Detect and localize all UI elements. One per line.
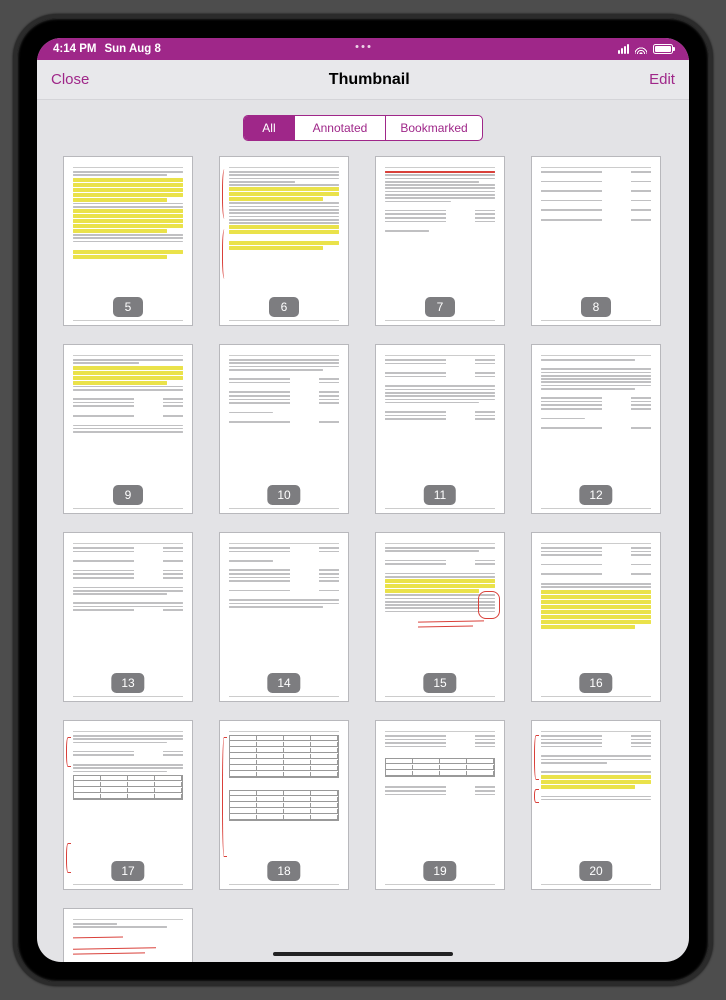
multitask-dots-icon[interactable] <box>356 45 371 48</box>
page-thumbnail[interactable]: 13 <box>63 532 193 702</box>
page-thumbnail[interactable]: 14 <box>219 532 349 702</box>
page-thumbnail[interactable]: 21 <box>63 908 193 962</box>
wifi-icon <box>635 45 647 54</box>
page-thumbnail[interactable]: 20 <box>531 720 661 890</box>
status-date: Sun Aug 8 <box>104 43 160 55</box>
page-thumbnail[interactable]: 19 <box>375 720 505 890</box>
page-number-badge: 19 <box>423 861 456 881</box>
page-thumbnail[interactable]: 10 <box>219 344 349 514</box>
filter-segmented-control: All Annotated Bookmarked <box>243 115 482 141</box>
status-bar: 4:14 PM Sun Aug 8 <box>37 38 689 60</box>
page-number-badge: 9 <box>113 485 143 505</box>
page-thumbnail[interactable]: 11 <box>375 344 505 514</box>
page-thumbnail[interactable]: 5 <box>63 156 193 326</box>
page-thumbnail[interactable]: 6 <box>219 156 349 326</box>
page-number-badge: 16 <box>579 673 612 693</box>
filter-tab-all[interactable]: All <box>244 116 294 140</box>
thumbnail-grid: 5 6 <box>63 156 663 962</box>
close-button[interactable]: Close <box>51 71 89 88</box>
battery-icon <box>653 44 673 54</box>
page-number-badge: 18 <box>267 861 300 881</box>
page-thumbnail[interactable]: 15 <box>375 532 505 702</box>
screen: 4:14 PM Sun Aug 8 Close Thumbnail Edit A… <box>37 38 689 962</box>
status-time: 4:14 PM <box>53 43 96 55</box>
ipad-device-frame: 4:14 PM Sun Aug 8 Close Thumbnail Edit A… <box>13 14 713 986</box>
page-number-badge: 8 <box>581 297 611 317</box>
edit-button[interactable]: Edit <box>649 71 675 88</box>
page-number-badge: 6 <box>269 297 299 317</box>
page-thumbnail[interactable]: 18 <box>219 720 349 890</box>
filter-row: All Annotated Bookmarked <box>37 100 689 156</box>
page-number-badge: 15 <box>423 673 456 693</box>
page-number-badge: 17 <box>111 861 144 881</box>
page-title: Thumbnail <box>329 71 410 89</box>
page-thumbnail[interactable]: 17 <box>63 720 193 890</box>
page-number-badge: 14 <box>267 673 300 693</box>
page-thumbnail[interactable]: 7 <box>375 156 505 326</box>
thumbnail-grid-area[interactable]: 5 6 <box>37 156 689 962</box>
page-thumbnail[interactable]: 8 <box>531 156 661 326</box>
filter-tab-bookmarked[interactable]: Bookmarked <box>386 116 481 140</box>
nav-bar: Close Thumbnail Edit <box>37 60 689 100</box>
page-number-badge: 13 <box>111 673 144 693</box>
page-number-badge: 20 <box>579 861 612 881</box>
page-number-badge: 5 <box>113 297 143 317</box>
page-number-badge: 11 <box>424 485 456 505</box>
page-number-badge: 12 <box>579 485 612 505</box>
page-number-badge: 10 <box>267 485 300 505</box>
cellular-icon <box>618 44 629 54</box>
filter-tab-annotated[interactable]: Annotated <box>295 116 387 140</box>
page-thumbnail[interactable]: 9 <box>63 344 193 514</box>
page-thumbnail[interactable]: 12 <box>531 344 661 514</box>
home-indicator[interactable] <box>273 952 453 956</box>
page-number-badge: 7 <box>425 297 455 317</box>
page-thumbnail[interactable]: 16 <box>531 532 661 702</box>
